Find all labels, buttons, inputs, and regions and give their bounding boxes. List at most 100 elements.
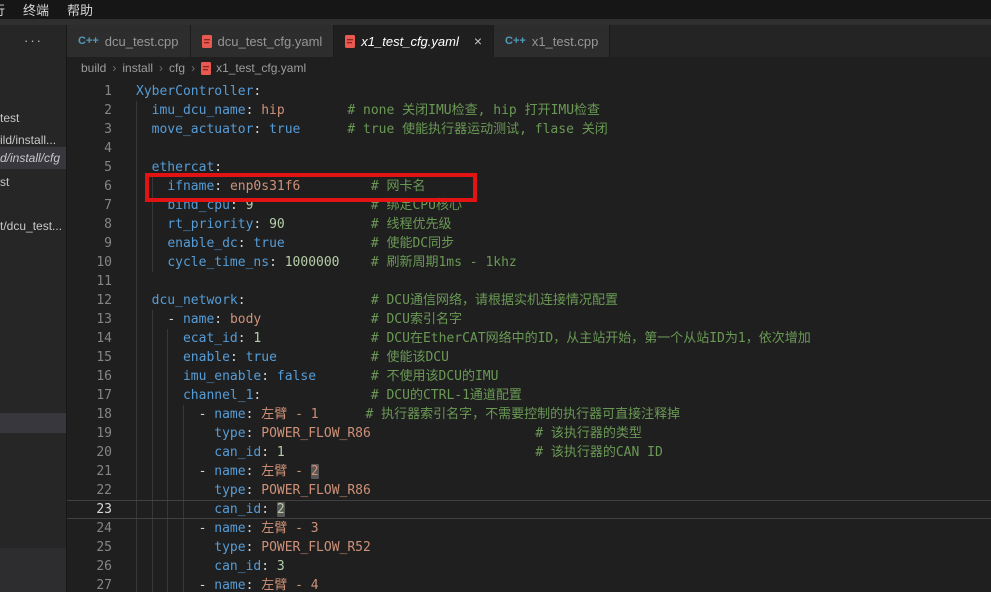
code-content[interactable]: enable_dc: true # 使能DC同步 xyxy=(127,234,991,253)
code-line[interactable]: 6 ifname: enp0s31f6 # 网卡名 xyxy=(67,177,991,196)
code-content[interactable]: type: POWER_FLOW_R52 xyxy=(127,538,991,557)
tab-dcu_test.cpp[interactable]: C++dcu_test.cpp xyxy=(67,25,191,57)
token xyxy=(371,426,535,441)
code-content[interactable]: rt_priority: 90 # 线程优先级 xyxy=(127,215,991,234)
code-content[interactable]: - name: 左臂 - 3 xyxy=(127,519,991,538)
code-line[interactable]: 11 xyxy=(67,272,991,291)
sidebar-list-item[interactable]: st xyxy=(0,171,66,193)
code-content[interactable]: bind_cpu: 9 # 绑定CPU核心 xyxy=(127,196,991,215)
code-line[interactable]: 24 - name: 左臂 - 3 xyxy=(67,519,991,538)
code-content[interactable]: enable: true # 使能该DCU xyxy=(127,348,991,367)
code-line[interactable]: 26 can_id: 3 xyxy=(67,557,991,576)
code-line[interactable]: 27 - name: 左臂 - 4 xyxy=(67,576,991,592)
code-content[interactable]: cycle_time_ns: 1000000 # 刷新周期1ms - 1khz xyxy=(127,253,991,272)
code-content[interactable]: imu_enable: false # 不使用该DCU的IMU xyxy=(127,367,991,386)
breadcrumb-segment[interactable]: install xyxy=(122,61,153,75)
token xyxy=(285,217,371,232)
tab-dcu_test_cfg.yaml[interactable]: dcu_test_cfg.yaml xyxy=(191,25,335,57)
code-text: - name: body # DCU索引名字 xyxy=(127,310,991,329)
tab-x1_test_cfg.yaml[interactable]: x1_test_cfg.yaml× xyxy=(334,25,494,57)
code-text: move_actuator: true # true 使能执行器运动测试, fl… xyxy=(127,120,991,139)
token xyxy=(261,388,371,403)
close-icon[interactable]: × xyxy=(474,34,482,48)
token: hip xyxy=(261,103,284,118)
code-line[interactable]: 8 rt_priority: 90 # 线程优先级 xyxy=(67,215,991,234)
code-content[interactable]: move_actuator: true # true 使能执行器运动测试, fl… xyxy=(127,120,991,139)
code-content[interactable]: type: POWER_FLOW_R86 xyxy=(127,481,991,500)
token: name xyxy=(214,407,245,422)
token: : xyxy=(246,578,262,592)
code-line[interactable]: 4 xyxy=(67,139,991,158)
menu-item-终端[interactable]: 终端 xyxy=(14,0,58,19)
code-content[interactable]: ethercat: xyxy=(127,158,991,177)
more-actions-icon[interactable]: ··· xyxy=(24,33,43,48)
menu-item-帮助[interactable]: 帮助 xyxy=(58,0,102,19)
code-text: - name: 左臂 - 1 # 执行器索引名字，不需要控制的执行器可直接注释掉 xyxy=(127,405,991,424)
tab-label: x1_test.cpp xyxy=(532,34,599,49)
code-line[interactable]: 13 - name: body # DCU索引名字 xyxy=(67,310,991,329)
token: rt_priority xyxy=(167,217,253,232)
token xyxy=(136,331,183,346)
code-content[interactable]: dcu_network: # DCU通信网络，请根据实机连接情况配置 xyxy=(127,291,991,310)
code-line[interactable]: 22 type: POWER_FLOW_R86 xyxy=(67,481,991,500)
token: 左臂 - xyxy=(261,464,310,479)
menu-item-行[interactable]: 行 xyxy=(0,0,14,19)
indent-guide xyxy=(136,139,137,158)
sidebar-selected-empty-row[interactable] xyxy=(0,413,66,433)
code-content[interactable]: imu_dcu_name: hip # none 关闭IMU检查, hip 打开… xyxy=(127,101,991,120)
code-line[interactable]: 12 dcu_network: # DCU通信网络，请根据实机连接情况配置 xyxy=(67,291,991,310)
token: ecat_id xyxy=(183,331,238,346)
code-content[interactable]: can_id: 1 # 该执行器的CAN ID xyxy=(127,443,991,462)
code-content[interactable]: channel_1: # DCU的CTRL-1通道配置 xyxy=(127,386,991,405)
token xyxy=(136,293,152,308)
code-content[interactable]: ifname: enp0s31f6 # 网卡名 xyxy=(127,177,991,196)
breadcrumb-segment[interactable]: cfg xyxy=(169,61,185,75)
code-content[interactable]: can_id: 3 xyxy=(127,557,991,576)
token: # 不使用该DCU的IMU xyxy=(371,369,499,384)
code-content[interactable]: - name: 左臂 - 1 # 执行器索引名字，不需要控制的执行器可直接注释掉 xyxy=(127,405,991,424)
code-line[interactable]: 23 can_id: 2 xyxy=(67,500,991,519)
code-content[interactable]: type: POWER_FLOW_R86 # 该执行器的类型 xyxy=(127,424,991,443)
code-line[interactable]: 10 cycle_time_ns: 1000000 # 刷新周期1ms - 1k… xyxy=(67,253,991,272)
code-text: imu_dcu_name: hip # none 关闭IMU检查, hip 打开… xyxy=(127,101,991,120)
token: 左臂 - 4 xyxy=(261,578,318,592)
tab-x1_test.cpp[interactable]: C++x1_test.cpp xyxy=(494,25,610,57)
code-line[interactable]: 7 bind_cpu: 9 # 绑定CPU核心 xyxy=(67,196,991,215)
sidebar-list-item[interactable]: d/install/cfg xyxy=(0,147,66,169)
code-line[interactable]: 15 enable: true # 使能该DCU xyxy=(67,348,991,367)
code-content[interactable] xyxy=(127,272,991,291)
code-line[interactable]: 2 imu_dcu_name: hip # none 关闭IMU检查, hip … xyxy=(67,101,991,120)
code-line[interactable]: 16 imu_enable: false # 不使用该DCU的IMU xyxy=(67,367,991,386)
code-content[interactable]: - name: 左臂 - 2 xyxy=(127,462,991,481)
code-line[interactable]: 17 channel_1: # DCU的CTRL-1通道配置 xyxy=(67,386,991,405)
code-content[interactable]: can_id: 2 xyxy=(127,500,991,519)
code-line[interactable]: 5 ethercat: xyxy=(67,158,991,177)
code-editor[interactable]: 1XyberController:2 imu_dcu_name: hip # n… xyxy=(67,79,991,592)
code-line[interactable]: 19 type: POWER_FLOW_R86 # 该执行器的类型 xyxy=(67,424,991,443)
code-content[interactable]: XyberController: xyxy=(127,82,991,101)
token: : xyxy=(246,426,262,441)
line-number: 8 xyxy=(67,215,127,234)
breadcrumb-file[interactable]: x1_test_cfg.yaml xyxy=(201,61,306,75)
code-line[interactable]: 3 move_actuator: true # true 使能执行器运动测试, … xyxy=(67,120,991,139)
code-line[interactable]: 25 type: POWER_FLOW_R52 xyxy=(67,538,991,557)
line-number: 19 xyxy=(67,424,127,443)
code-line[interactable]: 20 can_id: 1 # 该执行器的CAN ID xyxy=(67,443,991,462)
token xyxy=(300,122,347,137)
sidebar-list-item[interactable]: test xyxy=(0,107,66,129)
breadcrumb-segment[interactable]: build xyxy=(81,61,106,75)
code-content[interactable] xyxy=(127,139,991,158)
code-text: XyberController: xyxy=(127,82,991,101)
sidebar-list-item[interactable]: t/dcu_test... xyxy=(0,215,66,237)
code-line[interactable]: 21 - name: 左臂 - 2 xyxy=(67,462,991,481)
code-line[interactable]: 1XyberController: xyxy=(67,82,991,101)
token: type xyxy=(214,540,245,555)
tab-label: dcu_test.cpp xyxy=(105,34,179,49)
code-line[interactable]: 18 - name: 左臂 - 1 # 执行器索引名字，不需要控制的执行器可直接… xyxy=(67,405,991,424)
token xyxy=(136,540,214,555)
code-content[interactable]: - name: body # DCU索引名字 xyxy=(127,310,991,329)
code-content[interactable]: - name: 左臂 - 4 xyxy=(127,576,991,592)
code-content[interactable]: ecat_id: 1 # DCU在EtherCAT网络中的ID，从主站开始，第一… xyxy=(127,329,991,348)
code-line[interactable]: 9 enable_dc: true # 使能DC同步 xyxy=(67,234,991,253)
code-line[interactable]: 14 ecat_id: 1 # DCU在EtherCAT网络中的ID，从主站开始… xyxy=(67,329,991,348)
